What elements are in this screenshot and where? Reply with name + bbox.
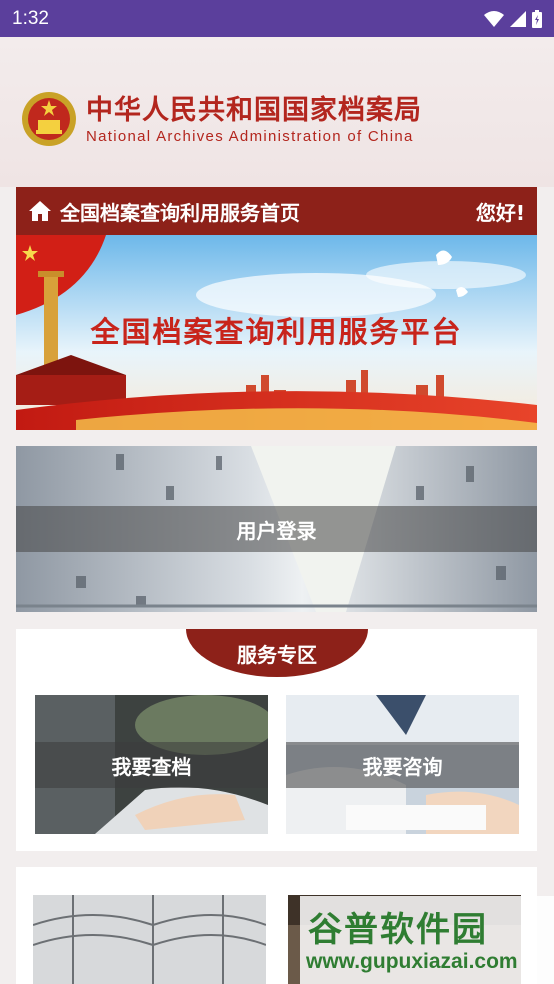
watermark-en: www.gupuxiazai.com xyxy=(306,950,518,973)
consult-label[interactable]: 我要咨询 xyxy=(286,742,519,788)
status-icons xyxy=(484,9,542,28)
building-image[interactable] xyxy=(33,895,266,984)
user-login-block[interactable]: 用户登录 xyxy=(16,446,537,612)
battery-icon xyxy=(532,9,542,28)
org-name-cn: 中华人民共和国国家档案局 xyxy=(86,95,422,126)
watermark-cn: 谷普软件园 xyxy=(308,910,488,950)
service-area: 服务专区 我要查档 我要咨询 xyxy=(16,629,537,851)
org-name-en: National Archives Administration of Chin… xyxy=(86,128,414,145)
national-emblem-icon xyxy=(22,92,76,146)
archive-query-card[interactable]: 我要查档 xyxy=(35,695,268,834)
service-area-title: 服务专区 xyxy=(186,629,368,677)
banner-title: 全国档案查询利用服务平台 xyxy=(90,315,463,349)
home-icon[interactable] xyxy=(28,199,52,223)
wifi-icon xyxy=(484,10,504,27)
watermark: 谷普软件园 www.gupuxiazai.com xyxy=(300,896,554,984)
signal-icon xyxy=(510,10,526,27)
archive-query-label[interactable]: 我要查档 xyxy=(35,742,268,788)
platform-banner: 全国档案查询利用服务平台 xyxy=(16,235,537,430)
status-time: 1:32 xyxy=(12,7,49,29)
top-navbar: 全国档案查询利用服务首页 您好! xyxy=(16,187,537,235)
greeting-text: 您好! xyxy=(475,200,525,225)
home-title[interactable]: 全国档案查询利用服务首页 xyxy=(60,197,300,226)
status-bar: 1:32 xyxy=(0,0,554,37)
consult-card[interactable]: 我要咨询 xyxy=(286,695,519,834)
user-login-button[interactable]: 用户登录 xyxy=(16,506,537,552)
